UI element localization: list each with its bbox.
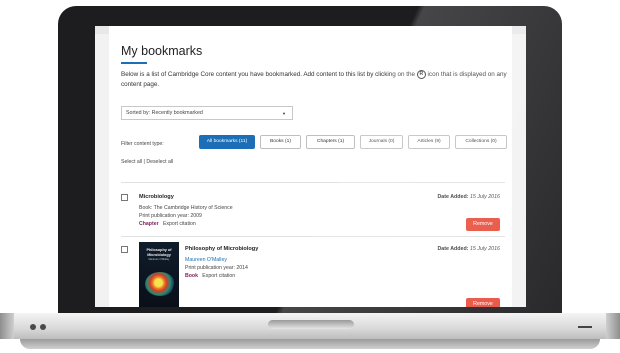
date-label: Date Added: xyxy=(437,246,469,252)
item-meta-row: Book Export citation xyxy=(185,273,235,279)
item-author-link[interactable]: Maureen O'Malley xyxy=(185,257,227,263)
bookmark-r-icon: R xyxy=(416,70,426,79)
laptop-base-left-edge xyxy=(0,313,14,339)
date-label: Date Added: xyxy=(437,194,469,200)
selection-separator: | xyxy=(143,159,145,165)
sort-select-value: Sorted by: Recently bookmarked xyxy=(126,110,203,116)
intro-text: Below is a list of Cambridge Core conten… xyxy=(121,70,513,90)
item-book-line: Book: The Cambridge History of Science xyxy=(139,205,233,211)
selection-controls: Select all | Deselect all xyxy=(121,159,173,165)
export-citation-link[interactable]: Export citation xyxy=(202,273,235,279)
item-date-added: Date Added: 15 July 2016 xyxy=(437,246,500,252)
intro-text-part1: Below is a list of Cambridge Core conten… xyxy=(121,71,416,79)
item-pub-year: Print publication year: 2009 xyxy=(139,213,202,219)
filter-chapters-button[interactable]: Chapters (1) xyxy=(306,135,355,149)
filter-label: Filter content type: xyxy=(121,141,164,147)
export-citation-link[interactable]: Export citation xyxy=(163,221,196,227)
laptop-hinge-notch xyxy=(268,320,354,329)
port-slot-icon xyxy=(578,326,592,328)
divider xyxy=(121,236,505,237)
item-title[interactable]: Microbiology xyxy=(139,194,174,200)
filter-all-bookmarks-button[interactable]: All bookmarks (11) xyxy=(199,135,255,149)
laptop-base-bottom xyxy=(20,339,600,349)
laptop-base-right-edge xyxy=(606,313,620,339)
indicator-light-icon xyxy=(40,324,46,330)
book-cover-image[interactable]: Philosophy of Microbiology Maureen O'Mal… xyxy=(139,242,179,307)
item-type-tag: Chapter xyxy=(139,221,159,227)
item-checkbox[interactable] xyxy=(121,194,128,201)
item-date-added: Date Added: 15 July 2016 xyxy=(437,194,500,200)
laptop-mockup: My bookmarks Below is a list of Cambridg… xyxy=(0,0,620,353)
chevron-down-icon: ▼ xyxy=(282,111,286,116)
item-type-tag: Book xyxy=(185,273,198,279)
divider xyxy=(121,182,505,183)
filter-journals-button[interactable]: Journals (0) xyxy=(360,135,403,149)
remove-button[interactable]: Remove xyxy=(466,298,500,307)
item-title[interactable]: Philosophy of Microbiology xyxy=(185,246,258,252)
sort-select[interactable]: Sorted by: Recently bookmarked ▼ xyxy=(121,106,293,120)
title-underline xyxy=(121,62,147,64)
date-value: 15 July 2016 xyxy=(469,246,500,252)
select-all-link[interactable]: Select all xyxy=(121,159,142,165)
filter-books-button[interactable]: Books (1) xyxy=(260,135,301,149)
laptop-screen: My bookmarks Below is a list of Cambridg… xyxy=(95,26,526,307)
indicator-light-icon xyxy=(30,324,36,330)
deselect-all-link[interactable]: Deselect all xyxy=(146,159,173,165)
cover-author: Maureen O'Malley xyxy=(148,258,170,261)
cover-title: Philosophy of Microbiology xyxy=(146,248,172,257)
bookmarks-page: My bookmarks Below is a list of Cambridg… xyxy=(109,26,512,307)
filter-articles-button[interactable]: Articles (9) xyxy=(408,135,450,149)
date-value: 15 July 2016 xyxy=(469,194,500,200)
item-meta-row: Chapter Export citation xyxy=(139,221,196,227)
cover-artwork xyxy=(145,272,175,296)
item-pub-year: Print publication year: 2014 xyxy=(185,265,248,271)
filter-collections-button[interactable]: Collections (0) xyxy=(455,135,507,149)
page-title: My bookmarks xyxy=(121,44,203,58)
remove-button[interactable]: Remove xyxy=(466,218,500,231)
item-checkbox[interactable] xyxy=(121,246,128,253)
